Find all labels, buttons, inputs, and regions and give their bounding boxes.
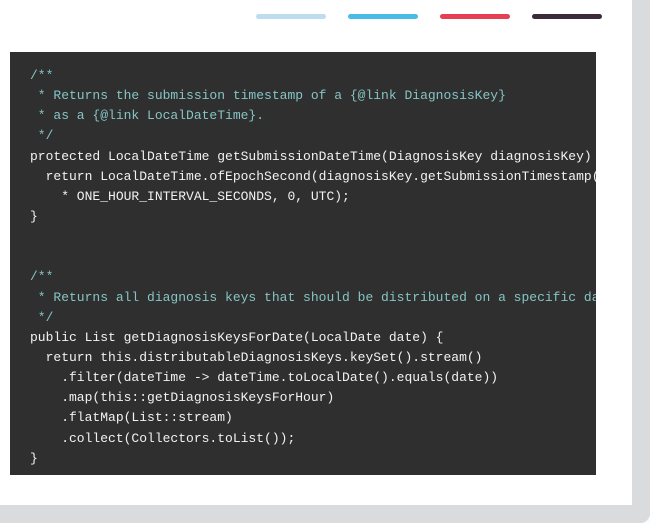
tab-indicator-3[interactable] <box>440 14 510 19</box>
javadoc-line: */ <box>30 310 53 325</box>
tab-indicator-1[interactable] <box>256 14 326 19</box>
javadoc-line: * Returns all diagnosis keys that should… <box>30 290 596 305</box>
tab-indicator-4[interactable] <box>532 14 602 19</box>
javadoc-line: */ <box>30 128 53 143</box>
tab-indicator-2[interactable] <box>348 14 418 19</box>
code-line: return LocalDateTime.ofEpochSecond(diagn… <box>30 169 596 184</box>
code-line: } <box>30 209 38 224</box>
code-line: } <box>30 451 38 466</box>
code-line: return this.distributableDiagnosisKeys.k… <box>30 350 482 365</box>
javadoc-line: * as a {@link LocalDateTime}. <box>30 108 264 123</box>
code-line: .collect(Collectors.toList()); <box>30 431 295 446</box>
javadoc-line: /** <box>30 269 53 284</box>
laptop-bezel: /** * Returns the submission timestamp o… <box>0 0 650 523</box>
javadoc-line: /** <box>30 68 53 83</box>
tab-strip <box>0 0 632 31</box>
javadoc-line: * Returns the submission timestamp of a … <box>30 88 506 103</box>
code-line: .flatMap(List::stream) <box>30 410 233 425</box>
code-line: .filter(dateTime -> dateTime.toLocalDate… <box>30 370 498 385</box>
code-editor: /** * Returns the submission timestamp o… <box>10 52 596 475</box>
code-line: protected LocalDateTime getSubmissionDat… <box>30 149 596 164</box>
code-line: * ONE_HOUR_INTERVAL_SECONDS, 0, UTC); <box>30 189 350 204</box>
code-line: public List getDiagnosisKeysForDate(Loca… <box>30 330 443 345</box>
code-line: .map(this::getDiagnosisKeysForHour) <box>30 390 334 405</box>
